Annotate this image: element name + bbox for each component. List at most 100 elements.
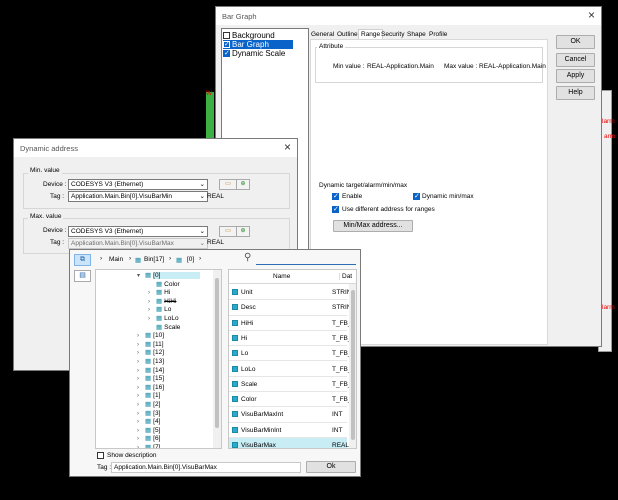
tab-general[interactable]: General — [311, 31, 334, 38]
tree-item[interactable]: ▦ Scale — [96, 323, 180, 332]
tag-browse-icon[interactable]: ▭ — [219, 226, 237, 237]
tree-scrollbar[interactable] — [213, 270, 221, 448]
chevron-right-icon[interactable]: › — [148, 316, 156, 322]
table-row[interactable]: VisuBarMinInt INT — [229, 423, 347, 438]
chevron-right-icon[interactable]: › — [137, 359, 145, 365]
tree-item[interactable]: › ▦ Lo — [96, 305, 171, 314]
minmax-address-button[interactable]: Min/Max address... — [333, 220, 413, 232]
chevron-right-icon[interactable]: › — [137, 376, 145, 382]
list-view-icon[interactable]: ▤ — [74, 270, 91, 282]
list-item-bar-graph[interactable]: Bar Graph — [223, 40, 293, 49]
breadcrumb-item-main[interactable]: Main — [109, 256, 123, 263]
chevron-down-icon[interactable]: ▾ — [137, 272, 145, 279]
table-row[interactable]: Hi T_FB_ — [229, 331, 352, 347]
tree-item[interactable]: › ▦ [7] — [96, 443, 160, 448]
table-row[interactable]: Desc STRIN — [229, 300, 352, 316]
close-icon[interactable]: × — [588, 9, 595, 21]
ok-button[interactable]: Ok — [306, 461, 356, 473]
close-icon[interactable]: × — [284, 141, 291, 153]
add-tag-icon[interactable]: ⊕ — [236, 226, 250, 237]
chevron-right-icon[interactable]: › — [137, 402, 145, 408]
tree-item[interactable]: › ▦ [12] — [96, 348, 164, 357]
tree-item[interactable]: › ▦ LoLo — [96, 314, 179, 323]
chevron-right-icon[interactable]: › — [137, 342, 145, 348]
tree-item[interactable]: › ▦ [16] — [96, 383, 164, 392]
chevron-right-icon[interactable]: › — [137, 368, 145, 374]
tree-item[interactable]: › ▦ [4] — [96, 417, 160, 426]
row-data-type: INT — [332, 411, 343, 419]
tab-outline[interactable]: Outline — [337, 31, 358, 38]
table-row[interactable]: Unit STRIN — [229, 285, 352, 301]
min-tag-input[interactable]: Application.Main.Bin[0].VisuBarMin ⌄ — [68, 191, 208, 202]
tab-profile[interactable]: Profile — [429, 31, 447, 38]
chevron-right-icon[interactable]: › — [137, 385, 145, 391]
column-header-data-type[interactable]: Dat — [339, 273, 352, 280]
chevron-right-icon[interactable]: › — [148, 299, 156, 305]
tree-item[interactable]: › ▦ [10] — [96, 331, 164, 340]
show-description-checkbox[interactable] — [97, 452, 104, 459]
breadcrumb-item-bin[interactable]: Bin[17] — [144, 256, 164, 263]
use-different-address-checkbox[interactable] — [332, 205, 339, 213]
cancel-button[interactable]: Cancel — [556, 53, 595, 67]
chevron-right-icon[interactable]: › — [148, 307, 156, 313]
enable-checkbox[interactable] — [332, 192, 339, 200]
tree-item[interactable]: › ▦ HiHi — [96, 297, 176, 306]
tag-browse-icon[interactable]: ▭ — [219, 179, 237, 190]
tree-item[interactable]: ▦ Color — [96, 280, 180, 289]
tab-shape[interactable]: Shape — [407, 31, 426, 38]
tree-item[interactable]: › ▦ [1] — [96, 391, 160, 400]
search-icon[interactable]: ⚲ — [244, 252, 251, 263]
max-type-label: REAL — [207, 239, 224, 246]
list-item-background[interactable]: Background — [223, 31, 307, 40]
tag-path-input[interactable]: Application.Main.Bin[0].VisuBarMax — [111, 462, 301, 473]
scrollbar-thumb[interactable] — [215, 278, 219, 428]
chevron-right-icon[interactable]: › — [137, 333, 145, 339]
help-button[interactable]: Help — [556, 86, 595, 100]
table-row[interactable]: Lo T_FB_ — [229, 346, 352, 362]
table-row[interactable]: HiHi T_FB_ — [229, 316, 352, 331]
table-row[interactable]: VisuBarMaxInt INT — [229, 407, 347, 423]
tree-item[interactable]: › ▦ [13] — [96, 357, 164, 366]
chevron-right-icon[interactable]: › — [137, 445, 145, 448]
scrollbar-thumb[interactable] — [351, 290, 355, 440]
chevron-right-icon[interactable]: › — [137, 350, 145, 356]
tree-item[interactable]: › ▦ [6] — [96, 434, 160, 443]
tree-item[interactable]: › ▦ [2] — [96, 400, 160, 409]
tree-item[interactable]: ▾ ▦ [0] — [96, 271, 201, 280]
breadcrumb-item-index[interactable]: [0] — [187, 256, 194, 263]
tree-item[interactable]: › ▦ [3] — [96, 409, 160, 418]
tree-view-icon[interactable]: ⧉ — [74, 254, 91, 266]
chevron-right-icon[interactable]: › — [137, 393, 145, 399]
add-tag-icon[interactable]: ⊕ — [236, 179, 250, 190]
chevron-right-icon[interactable]: › — [137, 428, 145, 434]
chevron-right-icon[interactable]: › — [148, 290, 156, 296]
apply-button[interactable]: Apply — [556, 69, 595, 83]
search-input[interactable] — [256, 264, 356, 265]
table-row[interactable]: LoLo T_FB_ — [229, 362, 352, 377]
dynamic-minmax-checkbox[interactable] — [413, 192, 420, 200]
chevron-right-icon[interactable]: › — [137, 436, 145, 442]
chevron-right-icon[interactable]: › — [137, 419, 145, 425]
table-row[interactable]: Scale T_FB_ — [229, 377, 352, 393]
checkbox-dynamic-scale[interactable] — [223, 49, 230, 58]
max-tag-input[interactable]: Application.Main.Bin[0].VisuBarMax ⌄ — [68, 238, 208, 249]
grid-scrollbar[interactable] — [349, 284, 356, 448]
ok-button[interactable]: OK — [556, 35, 595, 49]
tree-item[interactable]: › ▦ [15] — [96, 374, 164, 383]
column-header-name[interactable]: Name — [273, 273, 290, 280]
tree-item[interactable]: › ▦ [14] — [96, 366, 164, 375]
max-device-select[interactable]: CODESYS V3 (Ethernet) ⌄ — [68, 226, 208, 237]
min-device-select[interactable]: CODESYS V3 (Ethernet) ⌄ — [68, 179, 208, 190]
list-item-dynamic-scale[interactable]: Dynamic Scale — [223, 49, 307, 58]
checkbox-bar-graph[interactable] — [223, 40, 230, 49]
tab-security[interactable]: Security — [381, 31, 404, 38]
tree-item[interactable]: › ▦ Hi — [96, 288, 170, 297]
tree-item[interactable]: › ▦ [11] — [96, 340, 164, 349]
tab-range[interactable]: Range — [358, 29, 384, 39]
table-row[interactable]: Color T_FB_ — [229, 392, 352, 408]
checkbox-background[interactable] — [223, 32, 230, 39]
struct-icon: ▦ — [156, 297, 163, 305]
tree-item[interactable]: › ▦ [5] — [96, 426, 160, 435]
table-row[interactable]: VisuBarMax REAL — [229, 438, 349, 448]
chevron-right-icon[interactable]: › — [137, 411, 145, 417]
